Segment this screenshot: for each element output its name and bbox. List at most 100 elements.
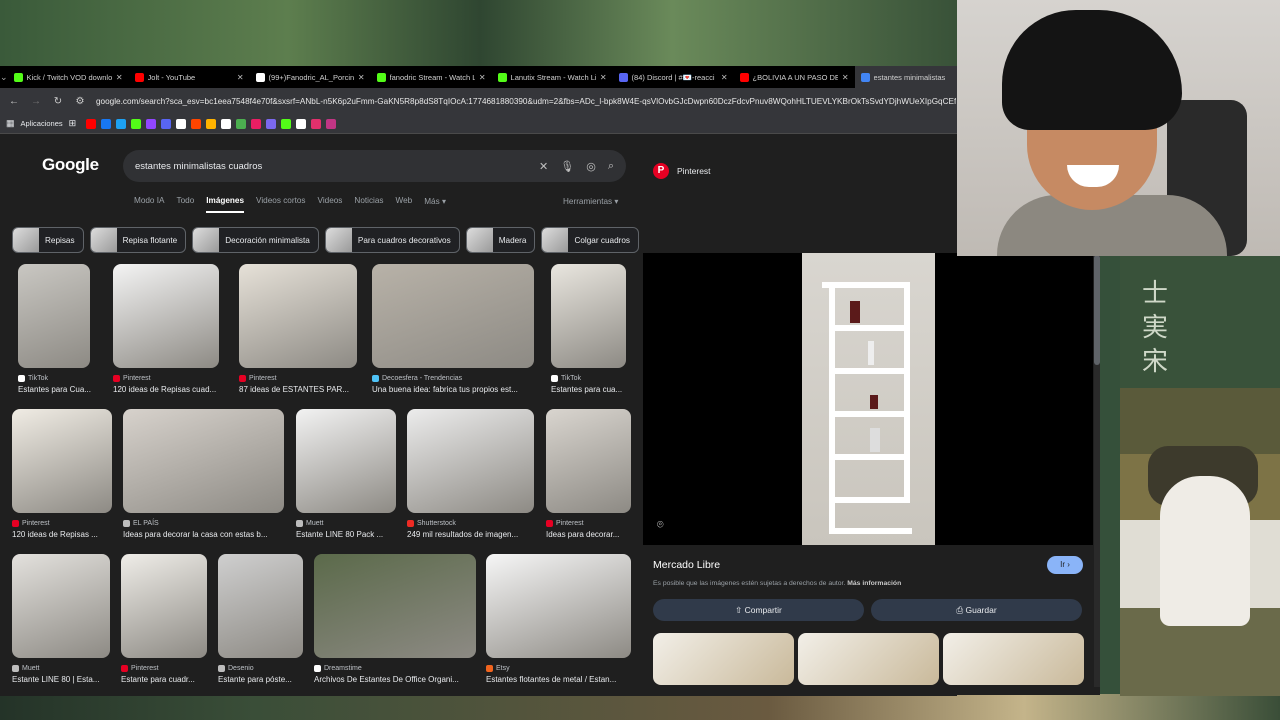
browser-tab[interactable]: Jolt - YouTube ✕	[129, 66, 250, 88]
browser-tab[interactable]: (84) Discord | #💌-reacci ✕	[613, 66, 734, 88]
result-source[interactable]: Muett	[296, 520, 324, 527]
related-image[interactable]	[653, 633, 794, 685]
preview-title[interactable]: Mercado Libre	[653, 559, 720, 571]
nav-tab[interactable]: Noticias	[354, 196, 383, 213]
result-thumbnail[interactable]	[121, 554, 207, 658]
search-icon[interactable]: ⌕	[608, 160, 614, 173]
result-source[interactable]: Pinterest	[239, 375, 277, 382]
suggestion-chip[interactable]: Decoración minimalista	[192, 227, 319, 253]
result-thumbnail[interactable]	[546, 409, 631, 513]
nav-tab[interactable]: Imágenes	[206, 196, 245, 213]
close-tab-icon[interactable]: ✕	[842, 73, 849, 82]
result-thumbnail[interactable]	[18, 264, 90, 368]
result-source[interactable]: Pinterest	[546, 520, 584, 527]
result-caption[interactable]: 120 ideas de Repisas cuad...	[113, 385, 231, 394]
close-tab-icon[interactable]: ✕	[600, 73, 607, 82]
share-button[interactable]: ⇧ Compartir	[653, 599, 864, 621]
result-source[interactable]: Desenio	[218, 665, 254, 672]
preview-image[interactable]	[802, 253, 935, 545]
browser-tab[interactable]: (99+)Fanodric_AL_Porcina ✕	[250, 66, 371, 88]
result-source[interactable]: TikTok	[551, 375, 581, 382]
result-caption[interactable]: Archivos De Estantes De Office Organi...	[314, 675, 488, 684]
close-tab-icon[interactable]: ✕	[721, 73, 728, 82]
result-caption[interactable]: Estantes flotantes de metal / Estan...	[486, 675, 643, 684]
result-source[interactable]: EL PAÍS	[123, 520, 159, 527]
nav-tab[interactable]: Videos	[318, 196, 343, 213]
result-thumbnail[interactable]	[372, 264, 534, 368]
result-caption[interactable]: Estante para póste...	[218, 675, 315, 684]
suggestion-chip[interactable]: Madera	[465, 227, 536, 253]
nav-tab[interactable]: Más ▾	[424, 196, 446, 213]
result-source[interactable]: Pinterest	[113, 375, 151, 382]
preview-source[interactable]: P Pinterest	[653, 163, 711, 179]
lens-search-icon[interactable]: ⌾	[657, 519, 664, 532]
save-button[interactable]: ⎙ Guardar	[871, 599, 1082, 621]
suggestion-chip[interactable]: Repisas	[12, 227, 84, 253]
result-caption[interactable]: Estante LINE 80 | Esta...	[12, 675, 122, 684]
result-thumbnail[interactable]	[218, 554, 303, 658]
result-thumbnail[interactable]	[123, 409, 284, 513]
forward-icon[interactable]: →	[30, 96, 42, 107]
result-thumbnail[interactable]	[12, 554, 110, 658]
result-caption[interactable]: Ideas para decorar...	[546, 530, 643, 539]
bookmark-icon[interactable]	[281, 118, 292, 129]
result-caption[interactable]: Estante para cuadr...	[121, 675, 219, 684]
bookmark-icon[interactable]	[131, 118, 142, 129]
suggestion-chip[interactable]: Colgar cuadros	[541, 227, 639, 253]
result-source[interactable]: Pinterest	[12, 520, 50, 527]
preview-scrollbar[interactable]	[1094, 255, 1100, 687]
grid-icon[interactable]: ⊞	[69, 118, 77, 129]
reload-icon[interactable]: ↻	[52, 96, 64, 107]
result-source[interactable]: Dreamstime	[314, 665, 362, 672]
related-image[interactable]	[943, 633, 1084, 685]
google-logo[interactable]: Google	[42, 155, 99, 175]
related-image[interactable]	[798, 633, 939, 685]
back-icon[interactable]: ←	[8, 96, 20, 107]
more-info-link[interactable]: Más información	[847, 580, 901, 587]
result-thumbnail[interactable]	[551, 264, 626, 368]
bookmark-icon[interactable]	[266, 118, 277, 129]
browser-tab[interactable]: Lanutix Stream - Watch Li ✕	[492, 66, 613, 88]
bookmark-icon[interactable]	[251, 118, 262, 129]
close-tab-icon[interactable]: ✕	[479, 73, 486, 82]
close-tab-icon[interactable]: ✕	[237, 73, 244, 82]
tab-search-icon[interactable]: ⌄	[0, 72, 8, 83]
bookmark-icon[interactable]	[146, 118, 157, 129]
result-caption[interactable]: 87 ideas de ESTANTES PAR...	[239, 385, 369, 394]
result-source[interactable]: Muett	[12, 665, 40, 672]
bookmark-icon[interactable]	[221, 118, 232, 129]
search-input[interactable]: estantes minimalistas cuadros	[135, 161, 527, 172]
tools-button[interactable]: Herramientas ▾	[563, 196, 619, 206]
bookmark-icon[interactable]	[86, 118, 97, 129]
bookmark-icon[interactable]	[176, 118, 187, 129]
browser-tab[interactable]: Kick / Twitch VOD downlo ✕	[8, 66, 129, 88]
mic-icon[interactable]: 🎙	[560, 160, 574, 173]
suggestion-chip[interactable]: Para cuadros decorativos	[324, 227, 460, 253]
browser-tab[interactable]: fanodric Stream - Watch L ✕	[371, 66, 492, 88]
nav-tab[interactable]: Todo	[177, 196, 195, 213]
bookmark-icon[interactable]	[311, 118, 322, 129]
scrollbar-thumb[interactable]	[1094, 255, 1100, 365]
browser-tab[interactable]: estantes minimalistas✕	[854, 66, 957, 88]
bookmark-apps[interactable]: Aplicaciones	[21, 119, 63, 128]
nav-tab[interactable]: Modo IA	[134, 196, 165, 213]
result-thumbnail[interactable]	[407, 409, 534, 513]
result-thumbnail[interactable]	[296, 409, 396, 513]
preview-stage[interactable]: ⌾	[643, 253, 1093, 545]
result-caption[interactable]: 249 mil resultados de imagen...	[407, 530, 546, 539]
result-thumbnail[interactable]	[486, 554, 631, 658]
nav-tab[interactable]: Web	[396, 196, 413, 213]
result-source[interactable]: Shutterstock	[407, 520, 456, 527]
result-source[interactable]: Decoesfera - Trendencias	[372, 375, 462, 382]
close-tab-icon[interactable]: ✕	[116, 73, 123, 82]
bookmark-icon[interactable]	[206, 118, 217, 129]
visit-button[interactable]: Ir ›	[1047, 556, 1083, 574]
bookmark-icon[interactable]	[101, 118, 112, 129]
result-caption[interactable]: Estantes para cua...	[551, 385, 647, 394]
result-source[interactable]: TikTok	[18, 375, 48, 382]
suggestion-chip[interactable]: Repisa flotante	[89, 227, 187, 253]
browser-tab[interactable]: ¿BOLIVIA A UN PASO DE ✕	[734, 66, 855, 88]
result-thumbnail[interactable]	[12, 409, 112, 513]
result-thumbnail[interactable]	[239, 264, 357, 368]
site-info-icon[interactable]: ⚙	[74, 96, 86, 107]
